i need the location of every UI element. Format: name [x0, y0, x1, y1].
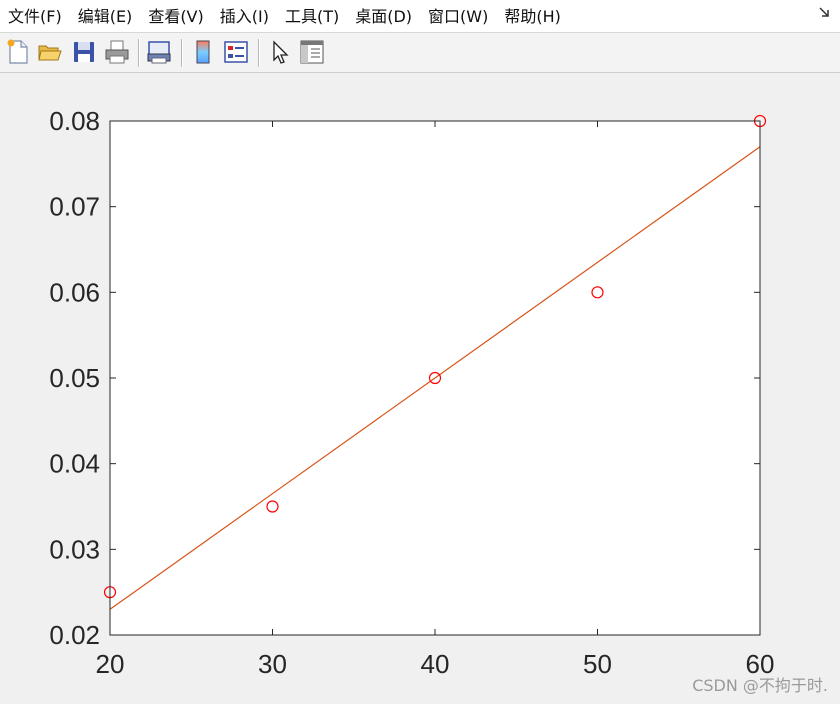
menu-desktop[interactable]: 桌面(D)	[347, 0, 420, 33]
x-tick-label: 50	[583, 649, 612, 679]
menu-view[interactable]: 查看(V)	[140, 0, 211, 33]
print-preview-icon[interactable]	[145, 38, 173, 66]
toolbar	[0, 33, 840, 73]
menu-window[interactable]: 窗口(W)	[420, 0, 496, 33]
menu-insert[interactable]: 插入(I)	[212, 0, 277, 33]
y-tick-label: 0.06	[49, 277, 100, 307]
new-file-icon[interactable]	[4, 38, 32, 66]
watermark-text: CSDN @不拘于时.	[692, 676, 828, 695]
y-tick-label: 0.04	[49, 449, 100, 479]
y-tick-label: 0.03	[49, 534, 100, 564]
legend-icon[interactable]	[222, 38, 250, 66]
toolbar-separator	[181, 39, 183, 67]
menu-file[interactable]: 文件(F)	[0, 0, 70, 33]
pointer-arrow-icon[interactable]	[266, 38, 294, 66]
menu-bar: 文件(F) 编辑(E) 查看(V) 插入(I) 工具(T) 桌面(D) 窗口(W) 帮助(H)	[0, 0, 840, 33]
y-tick-label: 0.02	[49, 620, 100, 650]
colorbar-icon[interactable]	[189, 38, 217, 66]
y-tick-label: 0.07	[49, 192, 100, 222]
toolbar-separator	[258, 39, 260, 67]
figure-plot[interactable]: 20 30 40 50 600.020.030.040.050.060.070.08	[0, 74, 840, 704]
toolbar-separator	[138, 39, 140, 67]
save-icon[interactable]	[70, 38, 98, 66]
open-folder-icon[interactable]	[36, 38, 64, 66]
menu-help[interactable]: 帮助(H)	[496, 0, 569, 33]
collapse-arrow-icon[interactable]	[818, 6, 830, 18]
property-inspector-icon[interactable]	[298, 38, 326, 66]
menu-edit[interactable]: 编辑(E)	[70, 0, 141, 33]
print-icon[interactable]	[103, 38, 131, 66]
x-tick-label: 20	[96, 649, 125, 679]
x-tick-label: 30	[258, 649, 287, 679]
menu-tools[interactable]: 工具(T)	[277, 0, 347, 33]
x-tick-label: 40	[421, 649, 450, 679]
y-tick-label: 0.05	[49, 363, 100, 393]
y-tick-label: 0.08	[49, 106, 100, 136]
